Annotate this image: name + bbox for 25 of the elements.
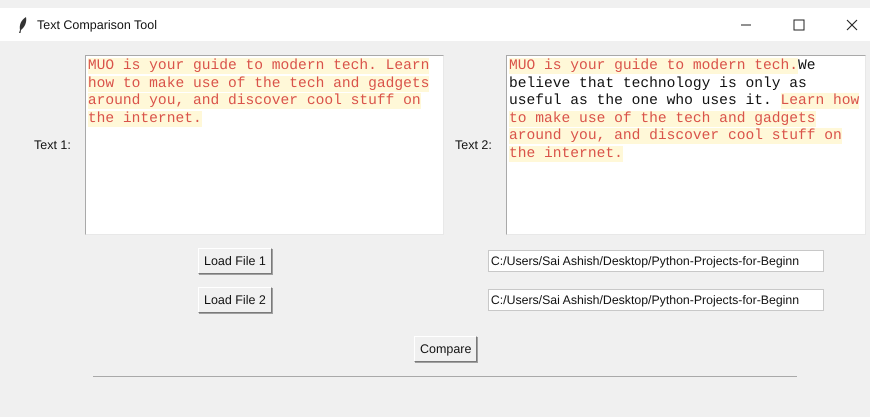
text-area[interactable]: MUO is your guide to modern tech.We believe that technology is only as useful as the one who uses it. Learn how to make use of the tech and gadgets around you, and discover cool stuff on the internet. xyxy=(506,55,866,235)
text-run: the internet. xyxy=(88,110,202,127)
load-file-button[interactable]: Load File 2 xyxy=(198,287,272,313)
text-label: Text 1: xyxy=(34,138,72,152)
compare-button[interactable]: Compare xyxy=(414,336,478,362)
text-run: MUO is your guide to modern tech. Learn xyxy=(88,58,430,74)
text-run: around you, and discover cool stuff on xyxy=(509,128,842,144)
maximize-icon[interactable] xyxy=(793,18,805,30)
text-run: Learn how xyxy=(780,93,860,110)
text-area[interactable]: MUO is your guide to modern tech. Learn how to make use of the tech and gadgets around you, and discover cool stuff on the internet. xyxy=(84,55,444,235)
text-run: how to make use of the tech and gadgets xyxy=(88,76,430,92)
window-title: Text Comparison Tool xyxy=(37,18,157,32)
file-path-field[interactable]: C:/Users/Sai Ashish/Desktop/Python-Projects-for-Beginn xyxy=(488,289,824,311)
text-run: useful as the one who uses it. xyxy=(509,93,773,110)
text-run: MUO is your guide to modern tech. xyxy=(509,58,798,74)
text-run: We xyxy=(798,58,816,74)
load-file-button[interactable]: Load File 1 xyxy=(198,248,272,274)
close-icon[interactable] xyxy=(846,18,858,30)
text-run: around you, and discover cool stuff on xyxy=(88,93,421,110)
text-run: believe that technology is only as xyxy=(509,76,807,92)
text-run: the internet. xyxy=(509,146,623,162)
file-path-field[interactable]: C:/Users/Sai Ashish/Desktop/Python-Projects-for-Beginn xyxy=(488,250,824,272)
feather-icon xyxy=(18,16,28,32)
text-run: to make use of the tech and gadgets xyxy=(509,110,816,127)
text-label: Text 2: xyxy=(455,138,493,152)
